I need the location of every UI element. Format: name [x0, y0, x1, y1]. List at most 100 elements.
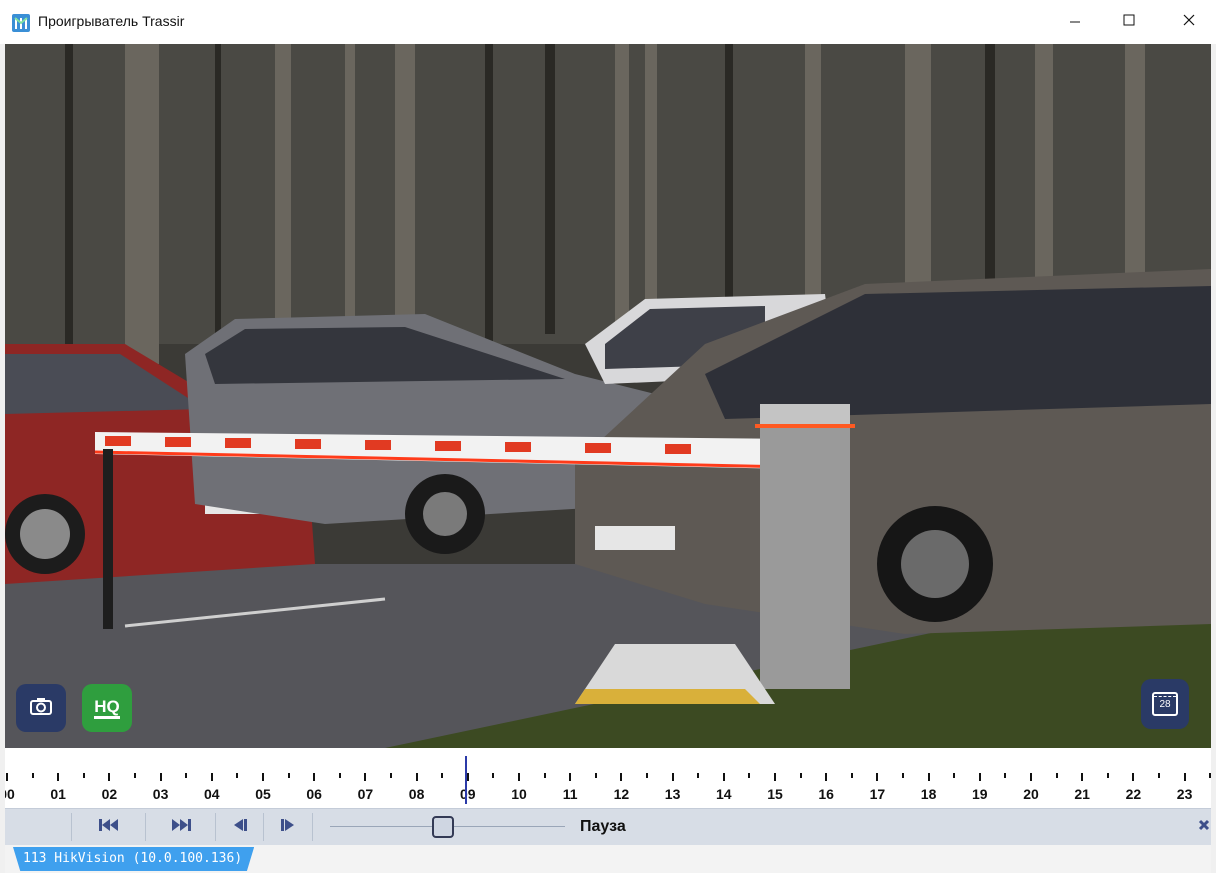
playback-controls: Пауза — [5, 808, 1211, 845]
camera-frame — [5, 44, 1211, 748]
hour-label: 00 — [5, 786, 15, 802]
hour-tick — [415, 773, 418, 781]
channel-tab-bar: 113 HikVision (10.0.100.136) — [5, 845, 1211, 873]
maximize-icon — [1122, 13, 1136, 32]
hq-quality-button[interactable]: HQ — [82, 684, 132, 732]
half-hour-tick — [697, 773, 700, 778]
calendar-icon: 28 — [1152, 692, 1178, 716]
skip-to-start-icon — [98, 818, 120, 837]
hour-tick — [978, 773, 981, 781]
hour-label: 06 — [306, 786, 322, 802]
half-hour-tick — [543, 773, 546, 778]
timeline-cursor[interactable] — [464, 756, 467, 804]
skip-to-start-button[interactable] — [72, 809, 145, 845]
half-hour-tick — [1106, 773, 1109, 778]
maximize-button[interactable] — [1106, 0, 1152, 44]
hour-tick — [262, 773, 264, 781]
hour-label: 17 — [869, 786, 886, 802]
camera-icon — [29, 696, 53, 721]
hour-tick — [1132, 773, 1135, 781]
half-hour-tick — [441, 773, 444, 778]
hour-tick — [774, 773, 776, 781]
half-hour-tick — [1055, 773, 1058, 778]
hour-tick — [927, 773, 930, 781]
title-bar: Проигрыватель Trassir — [0, 0, 1216, 44]
hour-label: 08 — [408, 786, 425, 802]
close-window-button[interactable] — [1166, 0, 1212, 44]
hour-label: 10 — [511, 786, 527, 802]
step-back-icon — [232, 818, 248, 837]
hq-label: HQ — [94, 698, 120, 719]
half-hour-tick — [492, 773, 495, 778]
video-view[interactable]: HQ 28 — [5, 44, 1211, 748]
half-hour-tick — [799, 773, 802, 778]
snapshot-button[interactable] — [16, 684, 66, 732]
hour-label: 11 — [562, 786, 578, 802]
hour-label: 05 — [255, 786, 271, 802]
hour-label: 15 — [767, 786, 783, 802]
half-hour-tick — [1004, 773, 1007, 778]
hour-tick — [722, 773, 725, 781]
hour-label: 21 — [1074, 786, 1090, 802]
tab-channel-113[interactable]: 113 HikVision (10.0.100.136) — [13, 847, 255, 871]
half-hour-tick — [902, 773, 904, 778]
calendar-day: 28 — [1159, 699, 1171, 710]
hour-tick — [671, 773, 674, 781]
hour-label: 12 — [613, 786, 630, 802]
hour-label: 13 — [664, 786, 681, 802]
hour-label: 04 — [204, 786, 220, 802]
hour-label: 22 — [1125, 786, 1142, 802]
half-hour-tick — [82, 773, 85, 778]
half-hour-tick — [134, 773, 136, 778]
hour-label: 19 — [972, 786, 988, 802]
half-hour-tick — [953, 773, 956, 778]
hour-tick — [1183, 773, 1186, 781]
half-hour-tick — [390, 773, 392, 778]
close-icon — [1182, 13, 1196, 32]
minimize-button[interactable] — [1052, 0, 1098, 44]
calendar-button[interactable]: 28 — [1141, 679, 1189, 729]
playback-status: Пауза — [580, 818, 626, 835]
hour-tick — [620, 773, 623, 781]
hour-tick — [825, 773, 828, 781]
hour-tick — [313, 773, 316, 781]
speed-slider-thumb[interactable] — [432, 816, 454, 838]
half-hour-tick — [31, 773, 34, 778]
hour-tick — [108, 773, 111, 781]
half-hour-tick — [1158, 773, 1160, 778]
half-hour-tick — [287, 773, 290, 778]
hour-tick — [1081, 773, 1084, 781]
hour-tick — [159, 773, 162, 781]
trassir-logo-icon — [12, 14, 30, 32]
hour-label: 09 — [460, 786, 476, 802]
hour-tick — [518, 773, 520, 781]
hour-label: 07 — [357, 786, 374, 802]
hour-tick — [569, 773, 572, 781]
hour-tick — [6, 773, 8, 781]
hour-label: 16 — [818, 786, 834, 802]
skip-to-end-icon — [170, 818, 192, 837]
half-hour-tick — [646, 773, 648, 778]
timeline[interactable]: 00 01 02 03 04 05 06 07 08 09 10 11 12 13 14 15 16 17 18 19… — [5, 748, 1211, 808]
window-title: Проигрыватель Trassir — [38, 13, 185, 29]
step-forward-button[interactable] — [264, 809, 312, 845]
hour-label: 23 — [1176, 786, 1193, 802]
minimize-icon — [1068, 13, 1082, 32]
hour-label: 20 — [1023, 786, 1039, 802]
step-back-button[interactable] — [216, 809, 263, 845]
hour-label: 03 — [152, 786, 169, 802]
close-player-button[interactable] — [1195, 817, 1213, 837]
step-forward-icon — [280, 818, 296, 837]
hour-tick — [57, 773, 60, 781]
half-hour-tick — [850, 773, 853, 778]
half-hour-tick — [338, 773, 341, 778]
half-hour-tick — [185, 773, 188, 778]
hour-tick — [876, 773, 879, 781]
hour-label: 18 — [920, 786, 937, 802]
half-hour-tick — [1209, 773, 1211, 778]
hour-tick — [364, 773, 367, 781]
hour-tick — [210, 773, 213, 781]
skip-to-end-button[interactable] — [146, 809, 215, 845]
half-hour-tick — [236, 773, 239, 778]
hour-tick — [466, 773, 469, 781]
